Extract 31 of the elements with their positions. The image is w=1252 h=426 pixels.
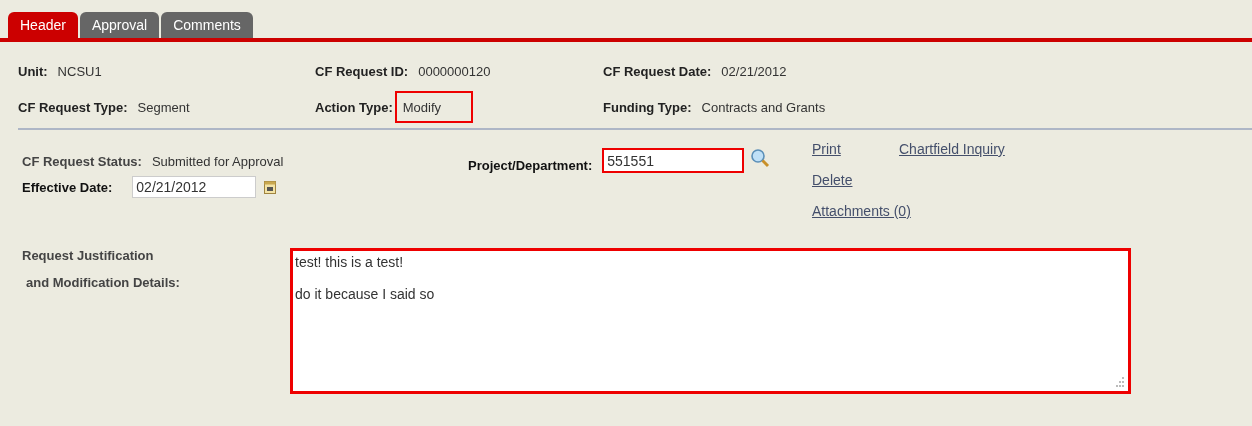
field-value: Modify <box>394 91 473 123</box>
field-label: CF Request Status: <box>22 153 142 169</box>
link[interactable]: Attachments (0) <box>812 202 911 222</box>
field-value: Segment <box>137 98 190 117</box>
link[interactable]: Print <box>812 140 841 160</box>
date-field[interactable]: 02/21/2012 <box>132 176 257 198</box>
field-value: Submitted for Approval <box>151 152 284 171</box>
tab[interactable]: Header <box>8 12 78 38</box>
field-label: Unit: <box>18 63 48 79</box>
search-icon[interactable] <box>750 148 771 168</box>
resize-grip-icon[interactable] <box>1113 376 1125 388</box>
field-label: Request Justification <box>22 248 155 263</box>
calendar-icon[interactable] <box>264 180 277 194</box>
link[interactable]: Delete <box>812 171 853 191</box>
field-label: Action Type: <box>315 99 393 115</box>
tab[interactable]: Approval <box>79 12 160 38</box>
field-label: CF Request ID: <box>315 63 409 79</box>
field-value: NCSU1 <box>57 62 102 81</box>
field-label: Funding Type: <box>603 99 692 115</box>
field-label: CF Request Date: <box>603 63 712 79</box>
project-field[interactable]: 551551 <box>602 148 745 173</box>
field-value: 02/21/2012 <box>721 62 787 81</box>
field-label: CF Request Type: <box>18 99 128 115</box>
field-value: Contracts and Grants <box>701 98 826 117</box>
tab[interactable]: Comments <box>161 12 253 38</box>
field-label: and Modification Details: <box>25 275 181 290</box>
field-label: Effective Date: <box>22 179 113 195</box>
link[interactable]: Chartfield Inquiry <box>899 140 1005 160</box>
field-value: 0000000120 <box>418 62 491 81</box>
justification-field[interactable]: test! this is a test! do it because I said so <box>290 248 1131 394</box>
field-label: Project/Department: <box>468 158 593 173</box>
